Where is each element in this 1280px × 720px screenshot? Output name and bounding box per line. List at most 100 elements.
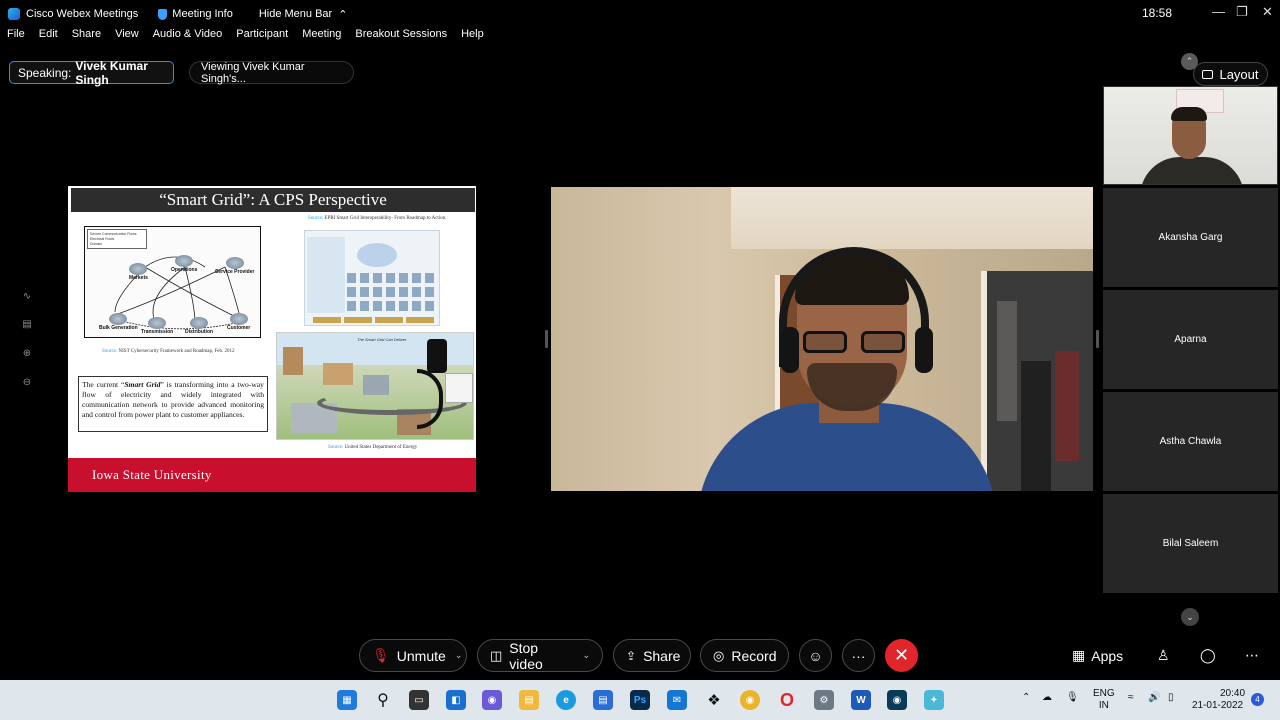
photoshop-icon[interactable]: Ps: [630, 690, 650, 710]
pen-icon[interactable]: ∿: [20, 290, 34, 304]
share-screen-icon: ⇪: [626, 648, 637, 663]
snipping-tool-icon[interactable]: ✦: [924, 690, 944, 710]
mail-icon[interactable]: ✉: [667, 690, 687, 710]
widgets-icon[interactable]: ◧: [446, 690, 466, 710]
chrome-icon[interactable]: ◉: [740, 690, 760, 710]
chat-bubble-icon: ◯: [1200, 647, 1216, 663]
close-icon[interactable]: ✕: [1262, 4, 1273, 20]
shield-icon: [158, 8, 168, 20]
file-explorer-icon[interactable]: ▤: [519, 690, 539, 710]
hide-menu-bar-button[interactable]: Hide Menu Bar ⌃: [259, 8, 348, 21]
menu-meeting[interactable]: Meeting: [295, 28, 348, 48]
node-transmission: Transmission: [141, 317, 173, 335]
participant-tile[interactable]: Bilal Saleem: [1103, 494, 1278, 593]
node-distribution: Distribution: [185, 317, 213, 335]
participants-icon: ♙: [1157, 647, 1170, 663]
chevron-up-icon[interactable]: ⌃: [1022, 692, 1030, 704]
word-icon[interactable]: W: [851, 690, 871, 710]
menu-bar: File Edit Share View Audio & Video Parti…: [0, 28, 491, 48]
participants-panel-button[interactable]: ♙: [1157, 647, 1170, 664]
task-view-icon[interactable]: ▭: [409, 690, 429, 710]
splitter-handle-right[interactable]: [1096, 330, 1099, 348]
leave-meeting-button[interactable]: ✕: [885, 639, 918, 672]
menu-view[interactable]: View: [108, 28, 146, 48]
node-customer: Customer: [227, 313, 250, 331]
webex-logo-icon: [8, 8, 20, 20]
menu-breakout-sessions[interactable]: Breakout Sessions: [348, 28, 454, 48]
unmute-label: Unmute: [396, 647, 446, 664]
settings-gear-icon[interactable]: ⚙: [814, 690, 834, 710]
restore-icon[interactable]: ❐: [1236, 4, 1248, 20]
windows-start-icon[interactable]: ▦: [337, 690, 357, 710]
slide-body-text: The current “Smart Grid” is transforming…: [78, 376, 268, 432]
onedrive-icon[interactable]: ☁: [1042, 692, 1052, 704]
speaking-name: Vivek Kumar Singh: [75, 58, 148, 87]
slide-source-doe: Source: United States Department of Ener…: [328, 445, 418, 450]
splitter-handle-left[interactable]: [545, 330, 548, 348]
dropbox-icon[interactable]: ❖: [704, 690, 724, 710]
hide-menu-bar-label: Hide Menu Bar: [258, 8, 333, 20]
slide-source-nist: Source: NIST Cybersecurity Framework and…: [102, 349, 235, 354]
participant-tile[interactable]: Astha Chawla: [1103, 392, 1278, 491]
edge-browser-icon[interactable]: e: [556, 690, 576, 710]
system-clock[interactable]: 20:40 21-01-2022: [1190, 688, 1245, 712]
node-bulk-generation: Bulk Generation: [99, 313, 138, 331]
teams-chat-icon[interactable]: ◉: [482, 690, 502, 710]
epri-architecture-image: [304, 230, 440, 326]
chevron-down-icon[interactable]: ⌄: [582, 650, 590, 661]
chevron-up-icon: ⌃: [338, 8, 348, 21]
reactions-button[interactable]: ☺: [799, 639, 832, 672]
meeting-control-bar: 🎙 Unmute ⌄ ◫ Stop video ⌄ ⇪ Share ◎ Reco…: [0, 631, 1280, 680]
menu-participant[interactable]: Participant: [229, 28, 295, 48]
chat-button[interactable]: ◯: [1200, 647, 1216, 664]
layout-label: Layout: [1219, 66, 1259, 82]
microphone-icon[interactable]: 🎙: [1066, 692, 1079, 704]
minimize-icon[interactable]: —: [1212, 4, 1225, 19]
close-icon: ✕: [893, 645, 910, 665]
wifi-icon[interactable]: ≈: [1128, 692, 1134, 704]
nist-diagram: Secure Communication Flows Electrical Fl…: [84, 226, 261, 338]
viewing-indicator[interactable]: Viewing Vivek Kumar Singh's...: [189, 60, 354, 85]
language-indicator[interactable]: ENG IN: [1093, 688, 1115, 712]
meeting-info-button[interactable]: Meeting Info: [158, 8, 233, 20]
unmute-button[interactable]: 🎙 Unmute ⌄: [359, 639, 467, 672]
menu-audio-video[interactable]: Audio & Video: [146, 28, 230, 48]
speaking-label: Speaking:: [18, 65, 72, 80]
chevron-down-icon[interactable]: ⌄: [455, 650, 463, 661]
volume-icon[interactable]: 🔊: [1148, 692, 1160, 704]
zoom-out-icon[interactable]: ⊖: [20, 376, 34, 390]
participant-tile[interactable]: Akansha Garg: [1103, 188, 1278, 287]
record-icon: ◎: [713, 647, 725, 663]
opera-icon[interactable]: O: [777, 690, 797, 710]
more-panels-button[interactable]: ⋯: [1245, 647, 1259, 664]
slide-title: “Smart Grid”: A CPS Perspective: [71, 188, 475, 212]
zoom-in-icon[interactable]: ⊕: [20, 347, 34, 361]
participant-tile[interactable]: Aparna: [1103, 290, 1278, 389]
self-video-tile[interactable]: [1103, 86, 1278, 185]
search-icon[interactable]: ⚲: [373, 690, 393, 710]
ellipsis-icon: ⋯: [1245, 647, 1259, 663]
battery-icon[interactable]: ▯: [1168, 692, 1174, 704]
share-label: Share: [643, 647, 681, 664]
stop-video-button[interactable]: ◫ Stop video ⌄: [477, 639, 603, 672]
more-options-button[interactable]: ···: [842, 639, 875, 672]
menu-file[interactable]: File: [0, 28, 32, 48]
store-icon[interactable]: ▤: [593, 690, 613, 710]
menu-help[interactable]: Help: [454, 28, 491, 48]
menu-edit[interactable]: Edit: [32, 28, 65, 48]
smiley-icon: ☺: [808, 647, 823, 664]
app-title: Cisco Webex Meetings: [26, 8, 139, 20]
participant-name: Astha Chawla: [1159, 436, 1222, 447]
apps-button[interactable]: ▦ Apps: [1072, 647, 1123, 664]
viewing-label: Viewing Vivek Kumar Singh's...: [201, 60, 305, 85]
eraser-icon[interactable]: ▤: [20, 318, 34, 332]
layout-button[interactable]: Layout: [1193, 62, 1268, 86]
share-button[interactable]: ⇪ Share: [613, 639, 691, 672]
webex-taskbar-icon[interactable]: ◉: [887, 690, 907, 710]
participant-name: Bilal Saleem: [1162, 538, 1219, 549]
record-button[interactable]: ◎ Record: [700, 639, 789, 672]
layout-icon: [1202, 69, 1214, 79]
menu-share[interactable]: Share: [65, 28, 108, 48]
notification-badge[interactable]: 4: [1251, 693, 1264, 706]
chevron-down-icon[interactable]: ⌄: [1181, 608, 1199, 626]
